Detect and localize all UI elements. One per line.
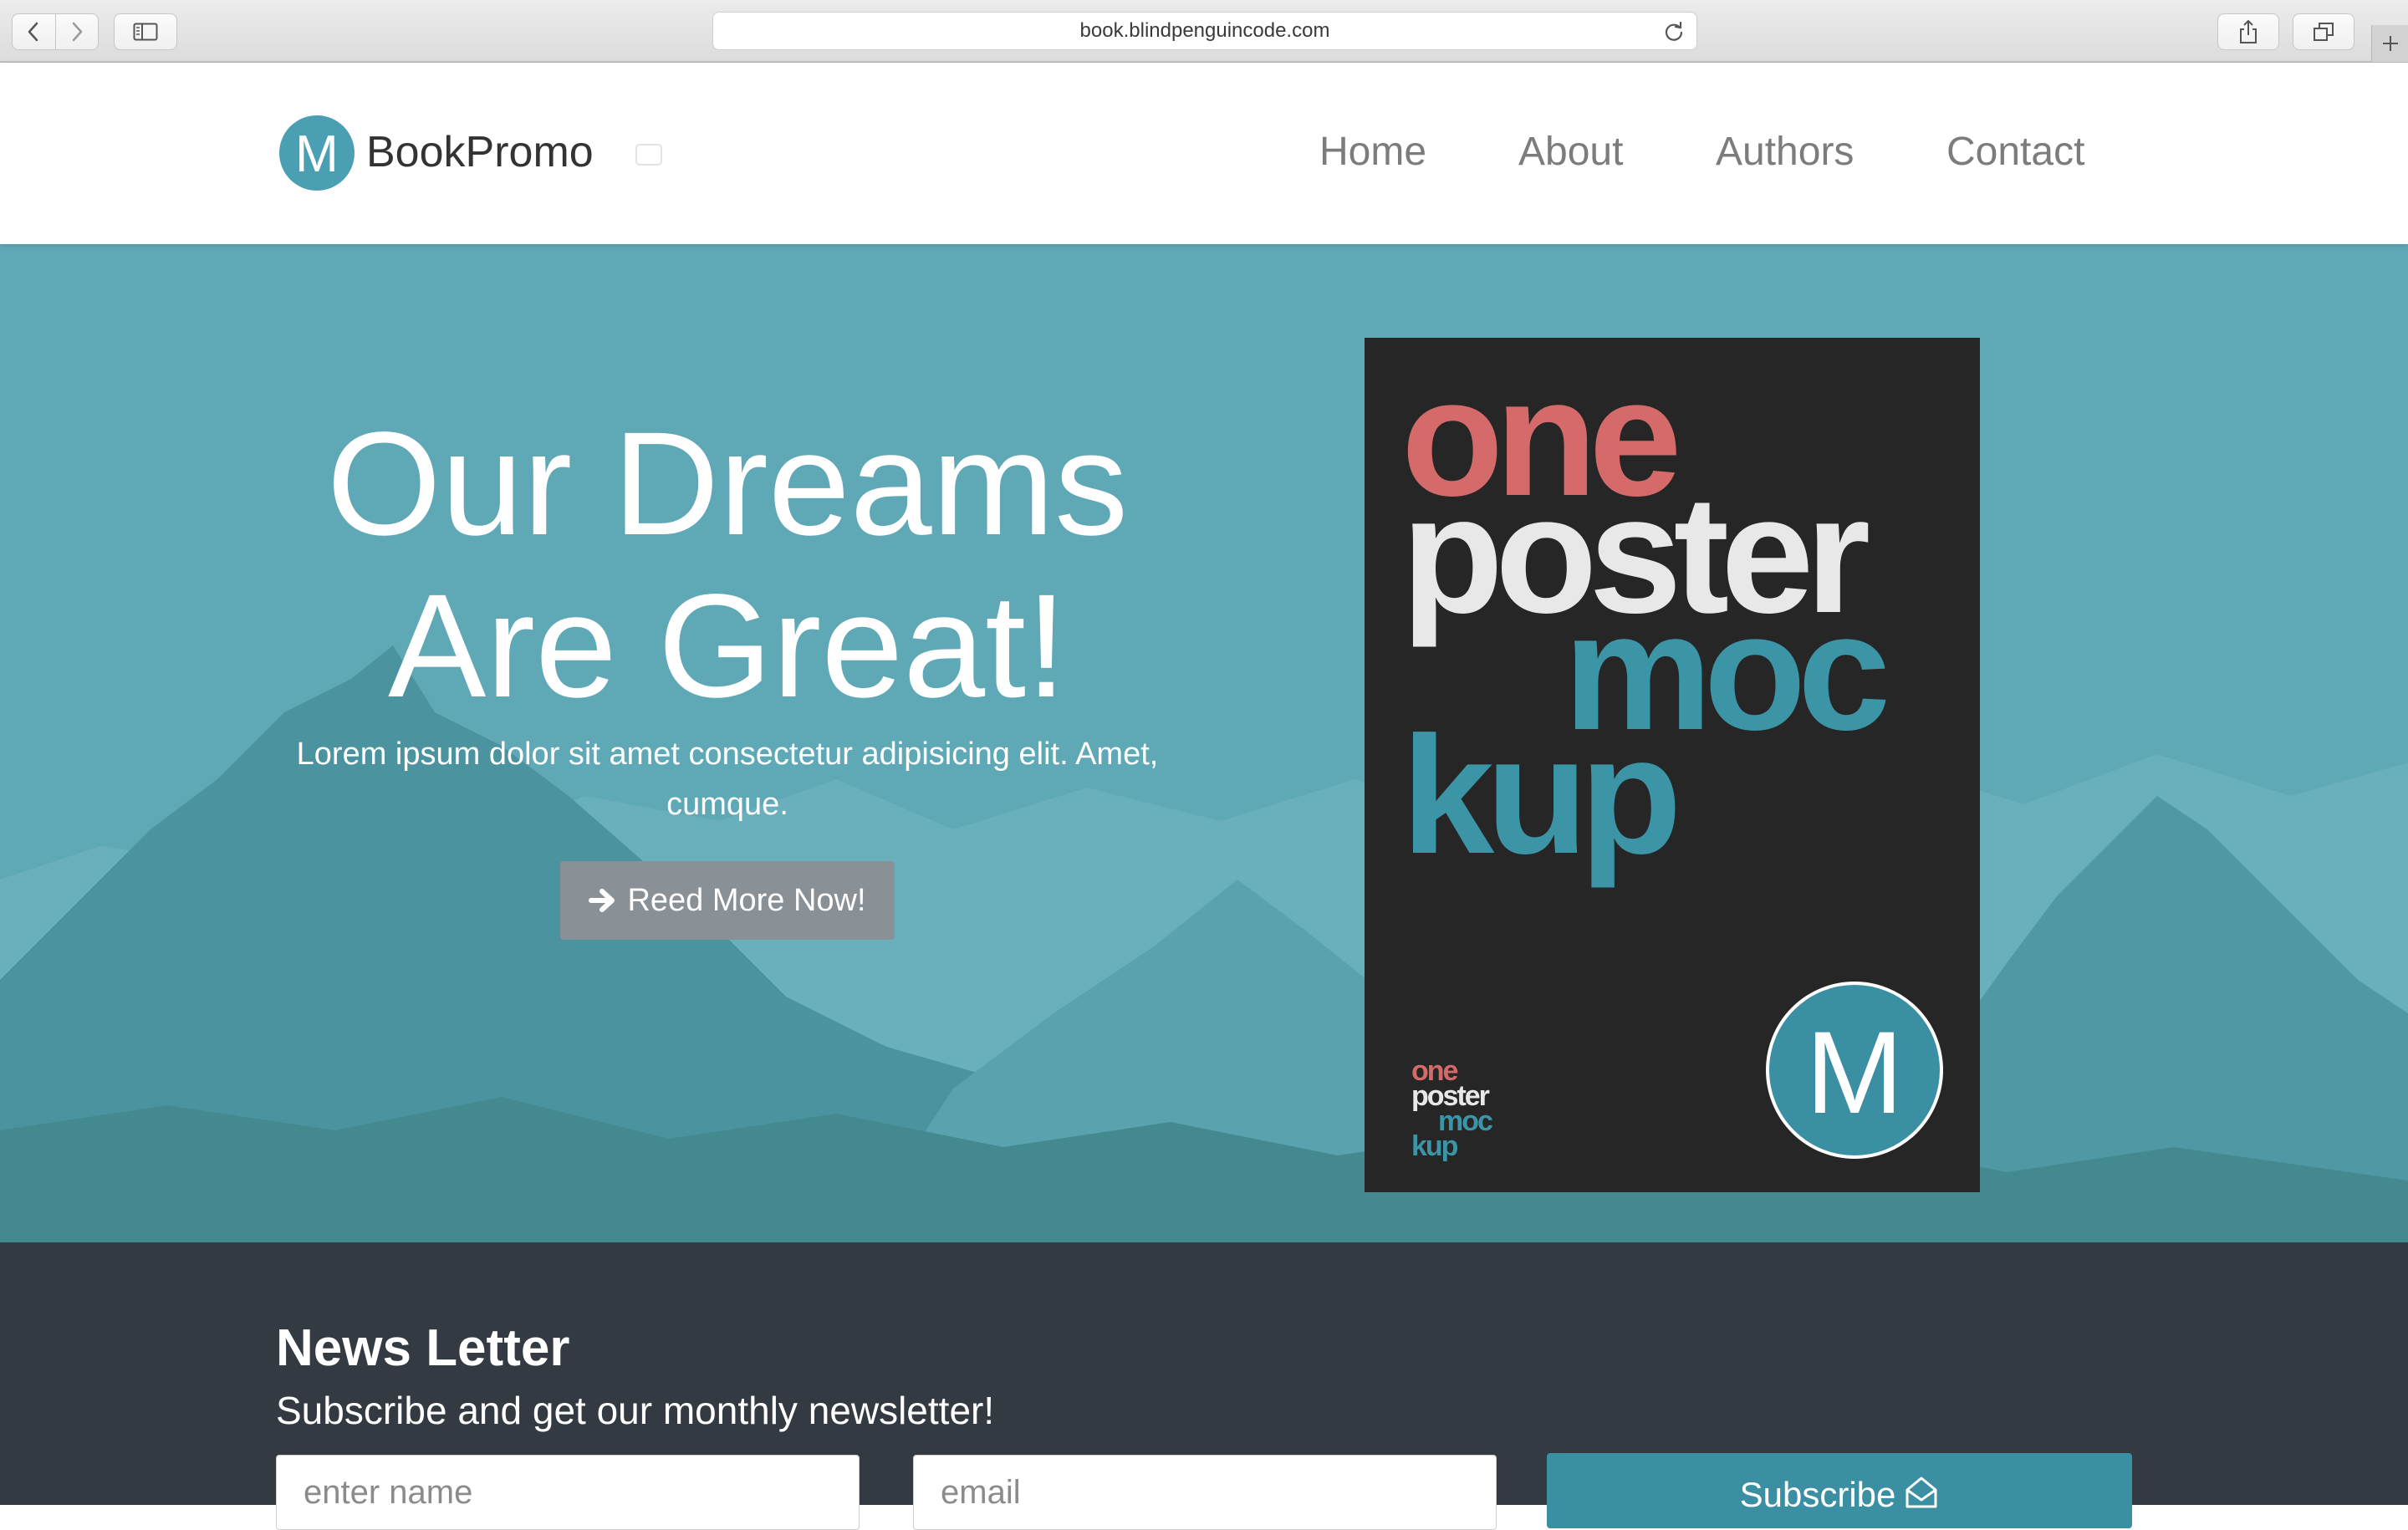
url-text: book.blindpenguincode.com (1079, 19, 1330, 42)
nav-link-authors[interactable]: Authors (1716, 130, 1854, 175)
browser-toolbar: book.blindpenguincode.com (0, 0, 2408, 63)
plus-icon (2382, 36, 2398, 51)
name-input[interactable] (276, 1455, 860, 1530)
back-button[interactable] (13, 14, 55, 49)
share-icon (2240, 20, 2257, 43)
forward-icon (72, 22, 83, 42)
brand-logo-letter: M (295, 125, 339, 183)
nav-link-about[interactable]: About (1518, 130, 1623, 175)
forward-button[interactable] (54, 14, 98, 49)
envelope-open-icon (1905, 1476, 1937, 1508)
hero-title: Our Dreams Are Great! (217, 403, 1237, 727)
arrow-right-icon (589, 889, 615, 912)
book-poster-image: one poster moc kup one poster moc kup M (1365, 338, 1980, 1192)
brand-logo[interactable]: M (279, 115, 355, 191)
share-button[interactable] (2217, 13, 2279, 50)
new-tab-button[interactable] (2371, 25, 2408, 62)
sidebar-icon (133, 23, 158, 41)
email-input[interactable] (913, 1455, 1497, 1530)
show-tabs-button[interactable] (2293, 13, 2354, 50)
hero-section: Our Dreams Are Great! Lorem ipsum dolor … (0, 244, 2408, 1242)
newsletter-subheading: Subscribe and get our monthly newsletter… (276, 1389, 995, 1432)
site-navbar: M BookPromo Home About Authors Contact (0, 64, 2408, 244)
hero-title-line-1: Our Dreams (326, 402, 1129, 566)
newsletter-section: News Letter Subscribe and get our monthl… (0, 1242, 2408, 1530)
poster-mini-logo: one poster moc kup (1411, 1057, 1493, 1162)
navbar-toggle-button[interactable] (635, 144, 662, 166)
sidebar-button[interactable] (114, 13, 177, 50)
reload-icon[interactable] (1663, 21, 1685, 43)
back-icon (28, 22, 38, 42)
hero-title-line-2: Are Great! (388, 564, 1067, 728)
brand-name[interactable]: BookPromo (366, 128, 594, 176)
poster-mini-word-kup: kup (1411, 1130, 1458, 1162)
nav-link-contact[interactable]: Contact (1946, 130, 2084, 175)
newsletter-heading: News Letter (276, 1319, 570, 1377)
history-nav-group (12, 13, 99, 50)
poster-badge: M (1766, 982, 1943, 1159)
tabs-icon (2314, 23, 2334, 41)
read-more-label: Reed More Now! (627, 882, 866, 918)
subscribe-button[interactable]: Subscribe (1547, 1453, 2132, 1528)
address-bar[interactable]: book.blindpenguincode.com (712, 12, 1697, 50)
poster-badge-letter: M (1805, 1007, 1904, 1138)
nav-link-home[interactable]: Home (1319, 130, 1426, 175)
subscribe-label: Subscribe (1739, 1475, 1896, 1514)
read-more-button[interactable]: Reed More Now! (560, 861, 895, 940)
poster-word-kup: kup (1401, 702, 1682, 889)
hero-subtitle: Lorem ipsum dolor sit amet consectetur a… (296, 737, 1159, 822)
